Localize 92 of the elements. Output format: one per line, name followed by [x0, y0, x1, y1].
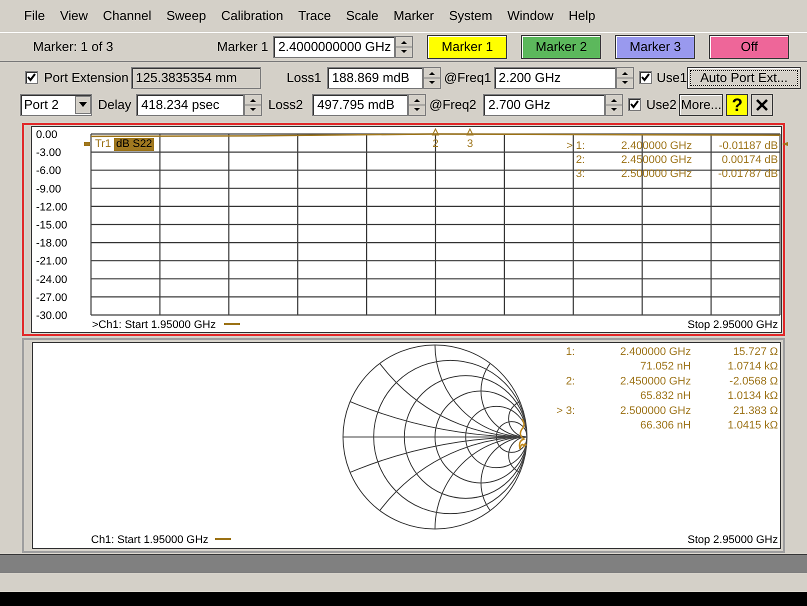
input-field[interactable]: 188.869 mdB	[327, 66, 424, 88]
sweep-stop: Stop 2.95000 GHz	[687, 534, 778, 546]
menu-item[interactable]: System	[446, 6, 494, 26]
menu-item[interactable]: Scale	[344, 6, 381, 26]
marker-label: 2:	[566, 376, 575, 388]
input-field[interactable]: 2.200 GHz	[494, 66, 616, 88]
sweep-start: >Ch1: Start 1.95000 GHz	[92, 319, 216, 331]
menu-item[interactable]: File	[22, 6, 47, 26]
marker-label: > 1:	[566, 140, 585, 152]
field-label: Marker 1	[217, 38, 268, 56]
marker-count: Marker: 1 of 3	[33, 38, 114, 56]
marker-button[interactable]: Marker 1	[427, 35, 508, 59]
menu-item[interactable]: View	[58, 6, 90, 26]
y-axis-label: -18.00	[36, 238, 68, 250]
reference-pointer-icon	[782, 142, 788, 146]
reference-pointer-icon	[84, 142, 90, 146]
marker-button[interactable]: Marker 2	[521, 35, 602, 59]
spin-button[interactable]	[616, 66, 634, 88]
marker-value: 0.00174 dB	[722, 154, 778, 166]
field-label: Delay	[98, 96, 132, 114]
input-field[interactable]: 2.700 GHz	[483, 94, 606, 116]
marker-triangle-icon	[466, 128, 474, 136]
marker-button[interactable]: Off	[709, 35, 790, 59]
spin-button[interactable]	[395, 36, 414, 58]
marker-label: > 3:	[556, 405, 575, 417]
menu-item[interactable]: Window	[505, 6, 556, 26]
spin-button[interactable]	[423, 66, 442, 88]
field-label: Loss2	[268, 96, 304, 114]
marker-label: 3:	[576, 168, 585, 180]
auto-port-ext-button[interactable]: Auto Port Ext...	[686, 66, 801, 88]
menu-item[interactable]: Help	[566, 6, 598, 26]
marker-inductance: 65.832 nH	[640, 390, 691, 402]
y-axis-label: -9.00	[36, 183, 62, 196]
marker-frequency: 2.500000 GHz	[620, 405, 691, 417]
input-field[interactable]: 125.3835354 mm	[130, 66, 261, 88]
input-field[interactable]: 497.795 mdB	[312, 94, 408, 116]
marker-frequency: 2.400000 GHz	[620, 346, 691, 358]
y-axis-label: -12.00	[36, 201, 68, 214]
marker-button[interactable]: Marker 3	[615, 35, 696, 59]
input-field[interactable]: 2.4000000000 GHz	[273, 36, 396, 58]
marker-label: 2:	[576, 154, 585, 166]
marker-resistance: -2.0568 Ω	[729, 376, 778, 388]
sweep-start: Ch1: Start 1.95000 GHz	[91, 534, 208, 546]
spin-button[interactable]	[244, 94, 262, 116]
trace-measure: dB S22	[114, 138, 154, 151]
menu-item[interactable]: Trace	[296, 6, 333, 26]
port-dropdown[interactable]: Port 2	[20, 94, 92, 116]
y-axis-label: -3.00	[36, 147, 62, 160]
marker-impedance: 1.0415 kΩ	[728, 420, 778, 432]
more-button[interactable]: More...	[679, 94, 724, 116]
marker-frequency: 2.450000 GHz	[620, 376, 691, 388]
close-icon	[755, 98, 770, 112]
checkbox[interactable]	[638, 71, 652, 84]
help-button[interactable]: ?	[726, 94, 748, 116]
marker-label: 1:	[566, 346, 575, 358]
marker-inductance: 66.306 nH	[640, 420, 691, 432]
checkbox-label: Port Extension	[44, 68, 129, 87]
spin-button[interactable]	[408, 94, 426, 116]
marker-value: -0.01187 dB	[718, 140, 778, 152]
menu-item[interactable]: Calibration	[219, 6, 286, 26]
checkbox[interactable]	[628, 98, 642, 111]
y-axis-label: -6.00	[36, 165, 62, 178]
marker-inductance: 71.052 nH	[640, 360, 691, 372]
close-button[interactable]	[751, 94, 774, 116]
checkbox-label: Use1	[656, 68, 687, 87]
y-axis-label: -27.00	[36, 292, 68, 304]
spin-button[interactable]	[605, 94, 624, 116]
trace-name: Tr1	[95, 138, 112, 151]
input-field[interactable]: 418.234 psec	[136, 94, 244, 116]
trace-legend-line	[215, 538, 231, 540]
field-label: @Freq1	[444, 68, 492, 87]
menu-item[interactable]: Marker	[392, 6, 436, 26]
marker-value: -0.01787 dB	[718, 168, 778, 180]
checkbox-label: Use2	[646, 96, 678, 114]
y-axis-label: -15.00	[36, 220, 68, 232]
menu-item[interactable]: Channel	[100, 6, 154, 26]
field-label: @Freq2	[429, 96, 478, 114]
menu-item[interactable]: Sweep	[164, 6, 208, 26]
marker-resistance: 15.727 Ω	[733, 346, 778, 358]
marker-triangle-icon	[432, 128, 440, 136]
trace-legend-line	[224, 323, 240, 325]
marker-resistance: 21.383 Ω	[733, 405, 778, 417]
marker-impedance: 1.0134 kΩ	[728, 390, 778, 402]
checkbox[interactable]	[25, 71, 38, 84]
marker-impedance: 1.0714 kΩ	[728, 360, 778, 372]
y-axis-label: -24.00	[36, 274, 68, 286]
y-axis-label: -30.00	[36, 310, 68, 322]
field-label: Loss1	[286, 68, 322, 87]
y-axis-label: 0.00	[36, 129, 58, 141]
y-axis-label: -21.00	[36, 256, 68, 268]
sweep-stop: Stop 2.95000 GHz	[687, 319, 778, 331]
marker-number: 3	[466, 138, 474, 150]
